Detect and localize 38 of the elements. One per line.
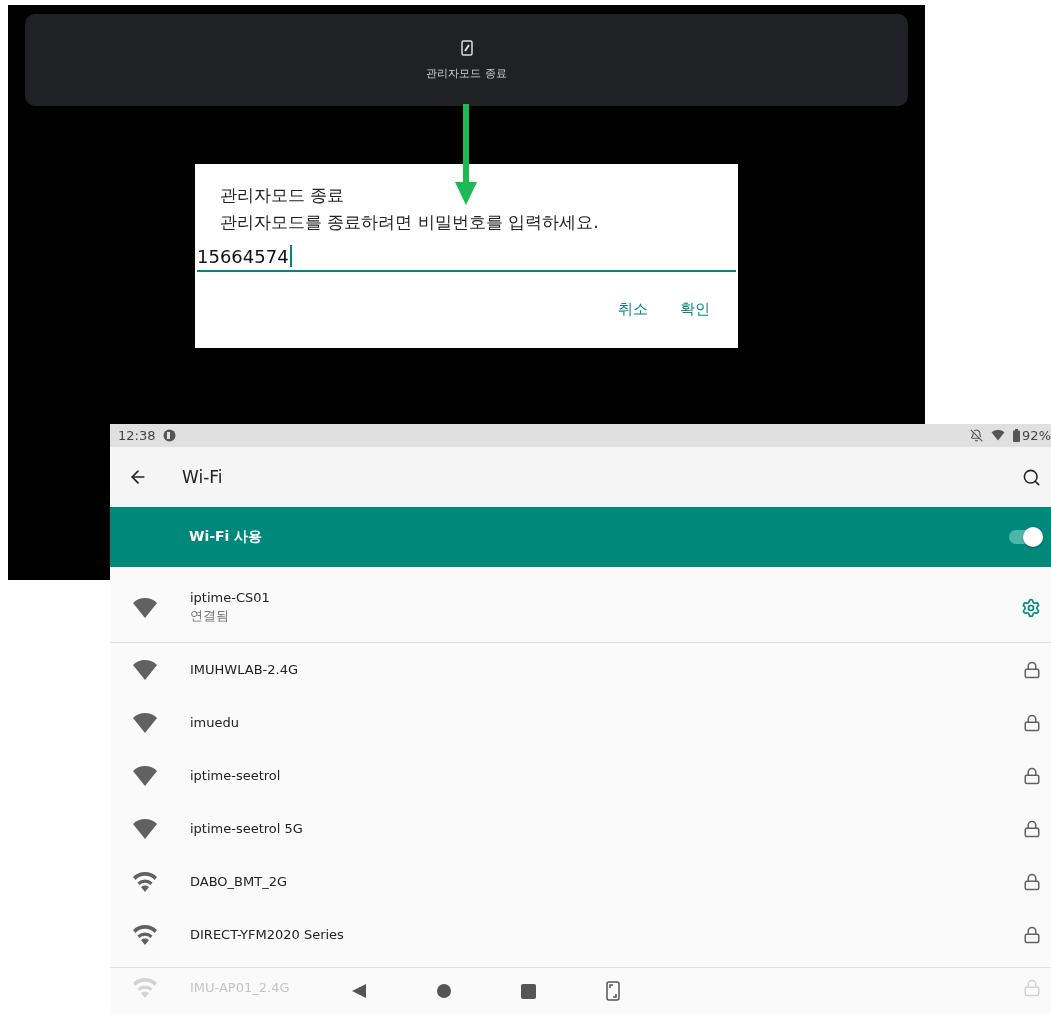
lock-icon [1023,978,1041,997]
recents-nav-button[interactable] [521,983,536,999]
notification-panel[interactable]: 관리자모드 종료 [25,14,908,106]
network-name[interactable]: iptime-CS01 [190,590,1021,605]
search-button[interactable] [1022,467,1041,487]
battery-percent: 92% [1022,427,1051,443]
lock-icon [1023,766,1041,785]
dialog-message: 관리자모드를 종료하려면 비밀번호를 입력하세요. [220,211,600,234]
clock: 12:38 [118,427,156,443]
panel-label: 관리자모드 종료 [426,65,507,81]
status-icon [163,428,177,442]
phone-icon [460,39,473,56]
page-title: Wi-Fi [182,467,224,487]
network-name[interactable]: iptime-seetrol [190,768,1023,783]
wifi-switch[interactable] [1009,530,1043,545]
lock-icon [1023,872,1041,891]
lock-icon [1023,925,1041,944]
wifi-toggle-label: Wi-Fi 사용 [189,528,264,547]
network-name[interactable]: IMUHWLAB-2.4G [190,662,1023,677]
network-status: 연결됨 [190,607,230,625]
bell-off-icon [970,428,984,442]
confirm-button[interactable]: 확인 [668,296,722,323]
back-nav-button[interactable] [351,983,367,999]
network-name[interactable]: DIRECT-YFM2020 Series [190,927,1023,942]
dialog-title: 관리자모드 종료 [220,184,346,207]
battery-icon [1013,428,1021,442]
lock-icon [1023,713,1041,732]
cancel-button[interactable]: 취소 [606,296,660,323]
lock-icon [1023,660,1041,679]
password-field[interactable]: 15664574 [197,242,736,272]
network-name[interactable]: DABO_BMT_2G [190,874,1023,889]
lock-icon [1023,819,1041,838]
settings-icon[interactable] [1021,597,1041,618]
network-name[interactable]: imuedu [190,715,1023,730]
wifi-icon [991,429,1006,442]
network-name[interactable]: iptime-seetrol 5G [190,821,1023,836]
home-nav-button[interactable] [437,984,451,998]
phone-nav-button[interactable] [606,981,620,1001]
